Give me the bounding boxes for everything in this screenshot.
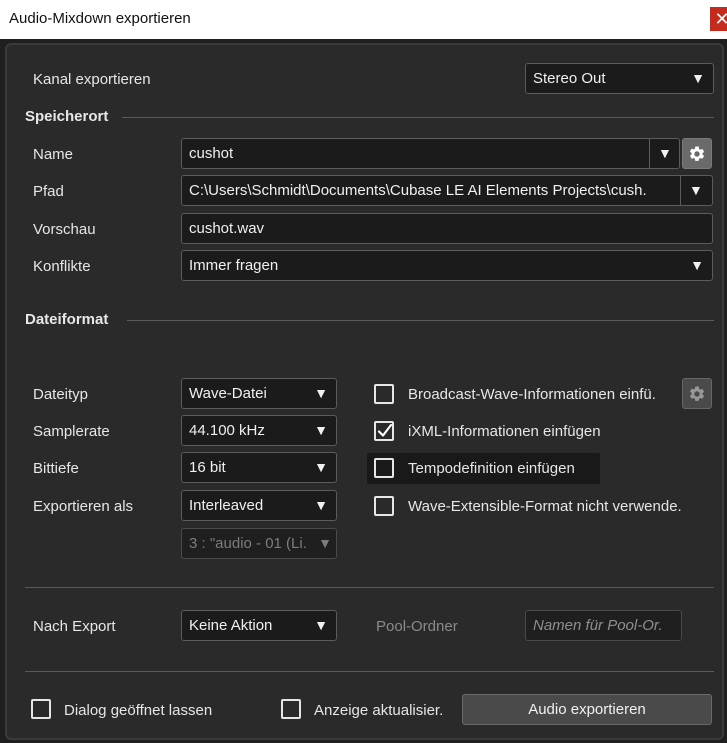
bitdepth-label: Bittiefe bbox=[33, 460, 79, 477]
path-input[interactable]: C:\Users\Schmidt\Documents\Cubase LE AI … bbox=[181, 175, 713, 206]
exportas-select[interactable]: Interleaved ▼ bbox=[181, 490, 337, 521]
gear-icon bbox=[689, 145, 705, 161]
wave-extensible-label: Wave-Extensible-Format nicht verwende. bbox=[408, 498, 682, 515]
channel-select[interactable]: Stereo Out ▼ bbox=[525, 63, 714, 94]
section-title-location: Speicherort bbox=[25, 108, 109, 125]
section-title-format: Dateiformat bbox=[25, 311, 109, 328]
bitdepth-select[interactable]: 16 bit ▼ bbox=[181, 452, 337, 483]
chevron-down-icon: ▼ bbox=[690, 257, 704, 273]
after-export-label: Nach Export bbox=[33, 618, 116, 635]
filetype-label: Dateityp bbox=[33, 386, 89, 403]
samplerate-select[interactable]: 44.100 kHz ▼ bbox=[181, 415, 337, 446]
chevron-down-icon: ▼ bbox=[691, 70, 705, 86]
chevron-down-icon: ▼ bbox=[318, 535, 332, 551]
preview-field: cushot.wav bbox=[181, 213, 713, 244]
pool-folder-input: Namen für Pool-Or. bbox=[525, 610, 682, 641]
channel-label: Kanal exportieren bbox=[33, 71, 151, 88]
name-label: Name bbox=[33, 146, 74, 163]
broadcast-wave-label: Broadcast-Wave-Informationen einfü. bbox=[408, 386, 656, 403]
chevron-down-icon: ▼ bbox=[314, 497, 328, 513]
after-export-value: Keine Aktion bbox=[189, 617, 273, 634]
window-titlebar: Audio-Mixdown exportieren ✕ bbox=[0, 0, 727, 39]
keep-dialog-open-checkbox[interactable] bbox=[31, 699, 51, 719]
broadcast-settings-button bbox=[682, 378, 712, 409]
bitdepth-value: 16 bit bbox=[189, 459, 226, 476]
checkmark-icon bbox=[377, 423, 393, 437]
chevron-down-icon[interactable]: ▼ bbox=[658, 139, 672, 168]
preview-value: cushot.wav bbox=[189, 220, 265, 237]
tempo-definition-checkbox[interactable] bbox=[374, 458, 394, 478]
name-input[interactable]: cushot ▼ bbox=[181, 138, 680, 169]
samplerate-value: 44.100 kHz bbox=[189, 422, 265, 439]
conflicts-select[interactable]: Immer fragen ▼ bbox=[181, 250, 713, 281]
close-icon[interactable]: ✕ bbox=[710, 7, 727, 31]
update-display-checkbox[interactable] bbox=[281, 699, 301, 719]
pool-folder-placeholder: Namen für Pool-Or. bbox=[533, 617, 663, 634]
update-display-label: Anzeige aktualisier. bbox=[314, 702, 444, 719]
samplerate-label: Samplerate bbox=[33, 423, 110, 440]
ixml-checkbox[interactable] bbox=[374, 421, 394, 441]
path-input-value: C:\Users\Schmidt\Documents\Cubase LE AI … bbox=[189, 182, 647, 199]
section-divider bbox=[122, 117, 714, 118]
channel-source-value: 3 : "audio - 01 (Li. bbox=[189, 535, 307, 552]
field-separator bbox=[680, 176, 681, 205]
exportas-label: Exportieren als bbox=[33, 498, 134, 515]
exportas-value: Interleaved bbox=[189, 497, 264, 514]
chevron-down-icon[interactable]: ▼ bbox=[689, 176, 703, 205]
chevron-down-icon: ▼ bbox=[314, 459, 328, 475]
broadcast-wave-checkbox[interactable] bbox=[374, 384, 394, 404]
chevron-down-icon: ▼ bbox=[314, 617, 328, 633]
name-settings-button[interactable] bbox=[682, 138, 712, 169]
ixml-label: iXML-Informationen einfügen bbox=[408, 423, 601, 440]
conflicts-label: Konflikte bbox=[33, 258, 91, 275]
section-divider bbox=[25, 587, 714, 588]
name-input-value: cushot bbox=[189, 145, 234, 162]
chevron-down-icon: ▼ bbox=[314, 422, 328, 438]
section-divider bbox=[25, 671, 714, 672]
field-separator bbox=[649, 139, 650, 168]
preview-label: Vorschau bbox=[33, 221, 96, 238]
gear-icon bbox=[689, 385, 705, 401]
after-export-select[interactable]: Keine Aktion ▼ bbox=[181, 610, 337, 641]
tempo-definition-label: Tempodefinition einfügen bbox=[408, 460, 575, 477]
path-label: Pfad bbox=[33, 183, 64, 200]
pool-folder-label: Pool-Ordner bbox=[376, 618, 458, 635]
channel-source-select: 3 : "audio - 01 (Li. ▼ bbox=[181, 528, 337, 559]
section-divider bbox=[127, 320, 714, 321]
window-title: Audio-Mixdown exportieren bbox=[9, 10, 191, 27]
filetype-select[interactable]: Wave-Datei ▼ bbox=[181, 378, 337, 409]
filetype-value: Wave-Datei bbox=[189, 385, 267, 402]
audio-export-button[interactable]: Audio exportieren bbox=[462, 694, 712, 725]
keep-dialog-open-label: Dialog geöffnet lassen bbox=[64, 702, 213, 719]
channel-select-value: Stereo Out bbox=[533, 70, 606, 87]
wave-extensible-checkbox[interactable] bbox=[374, 496, 394, 516]
conflicts-value: Immer fragen bbox=[189, 257, 279, 274]
chevron-down-icon: ▼ bbox=[314, 385, 328, 401]
